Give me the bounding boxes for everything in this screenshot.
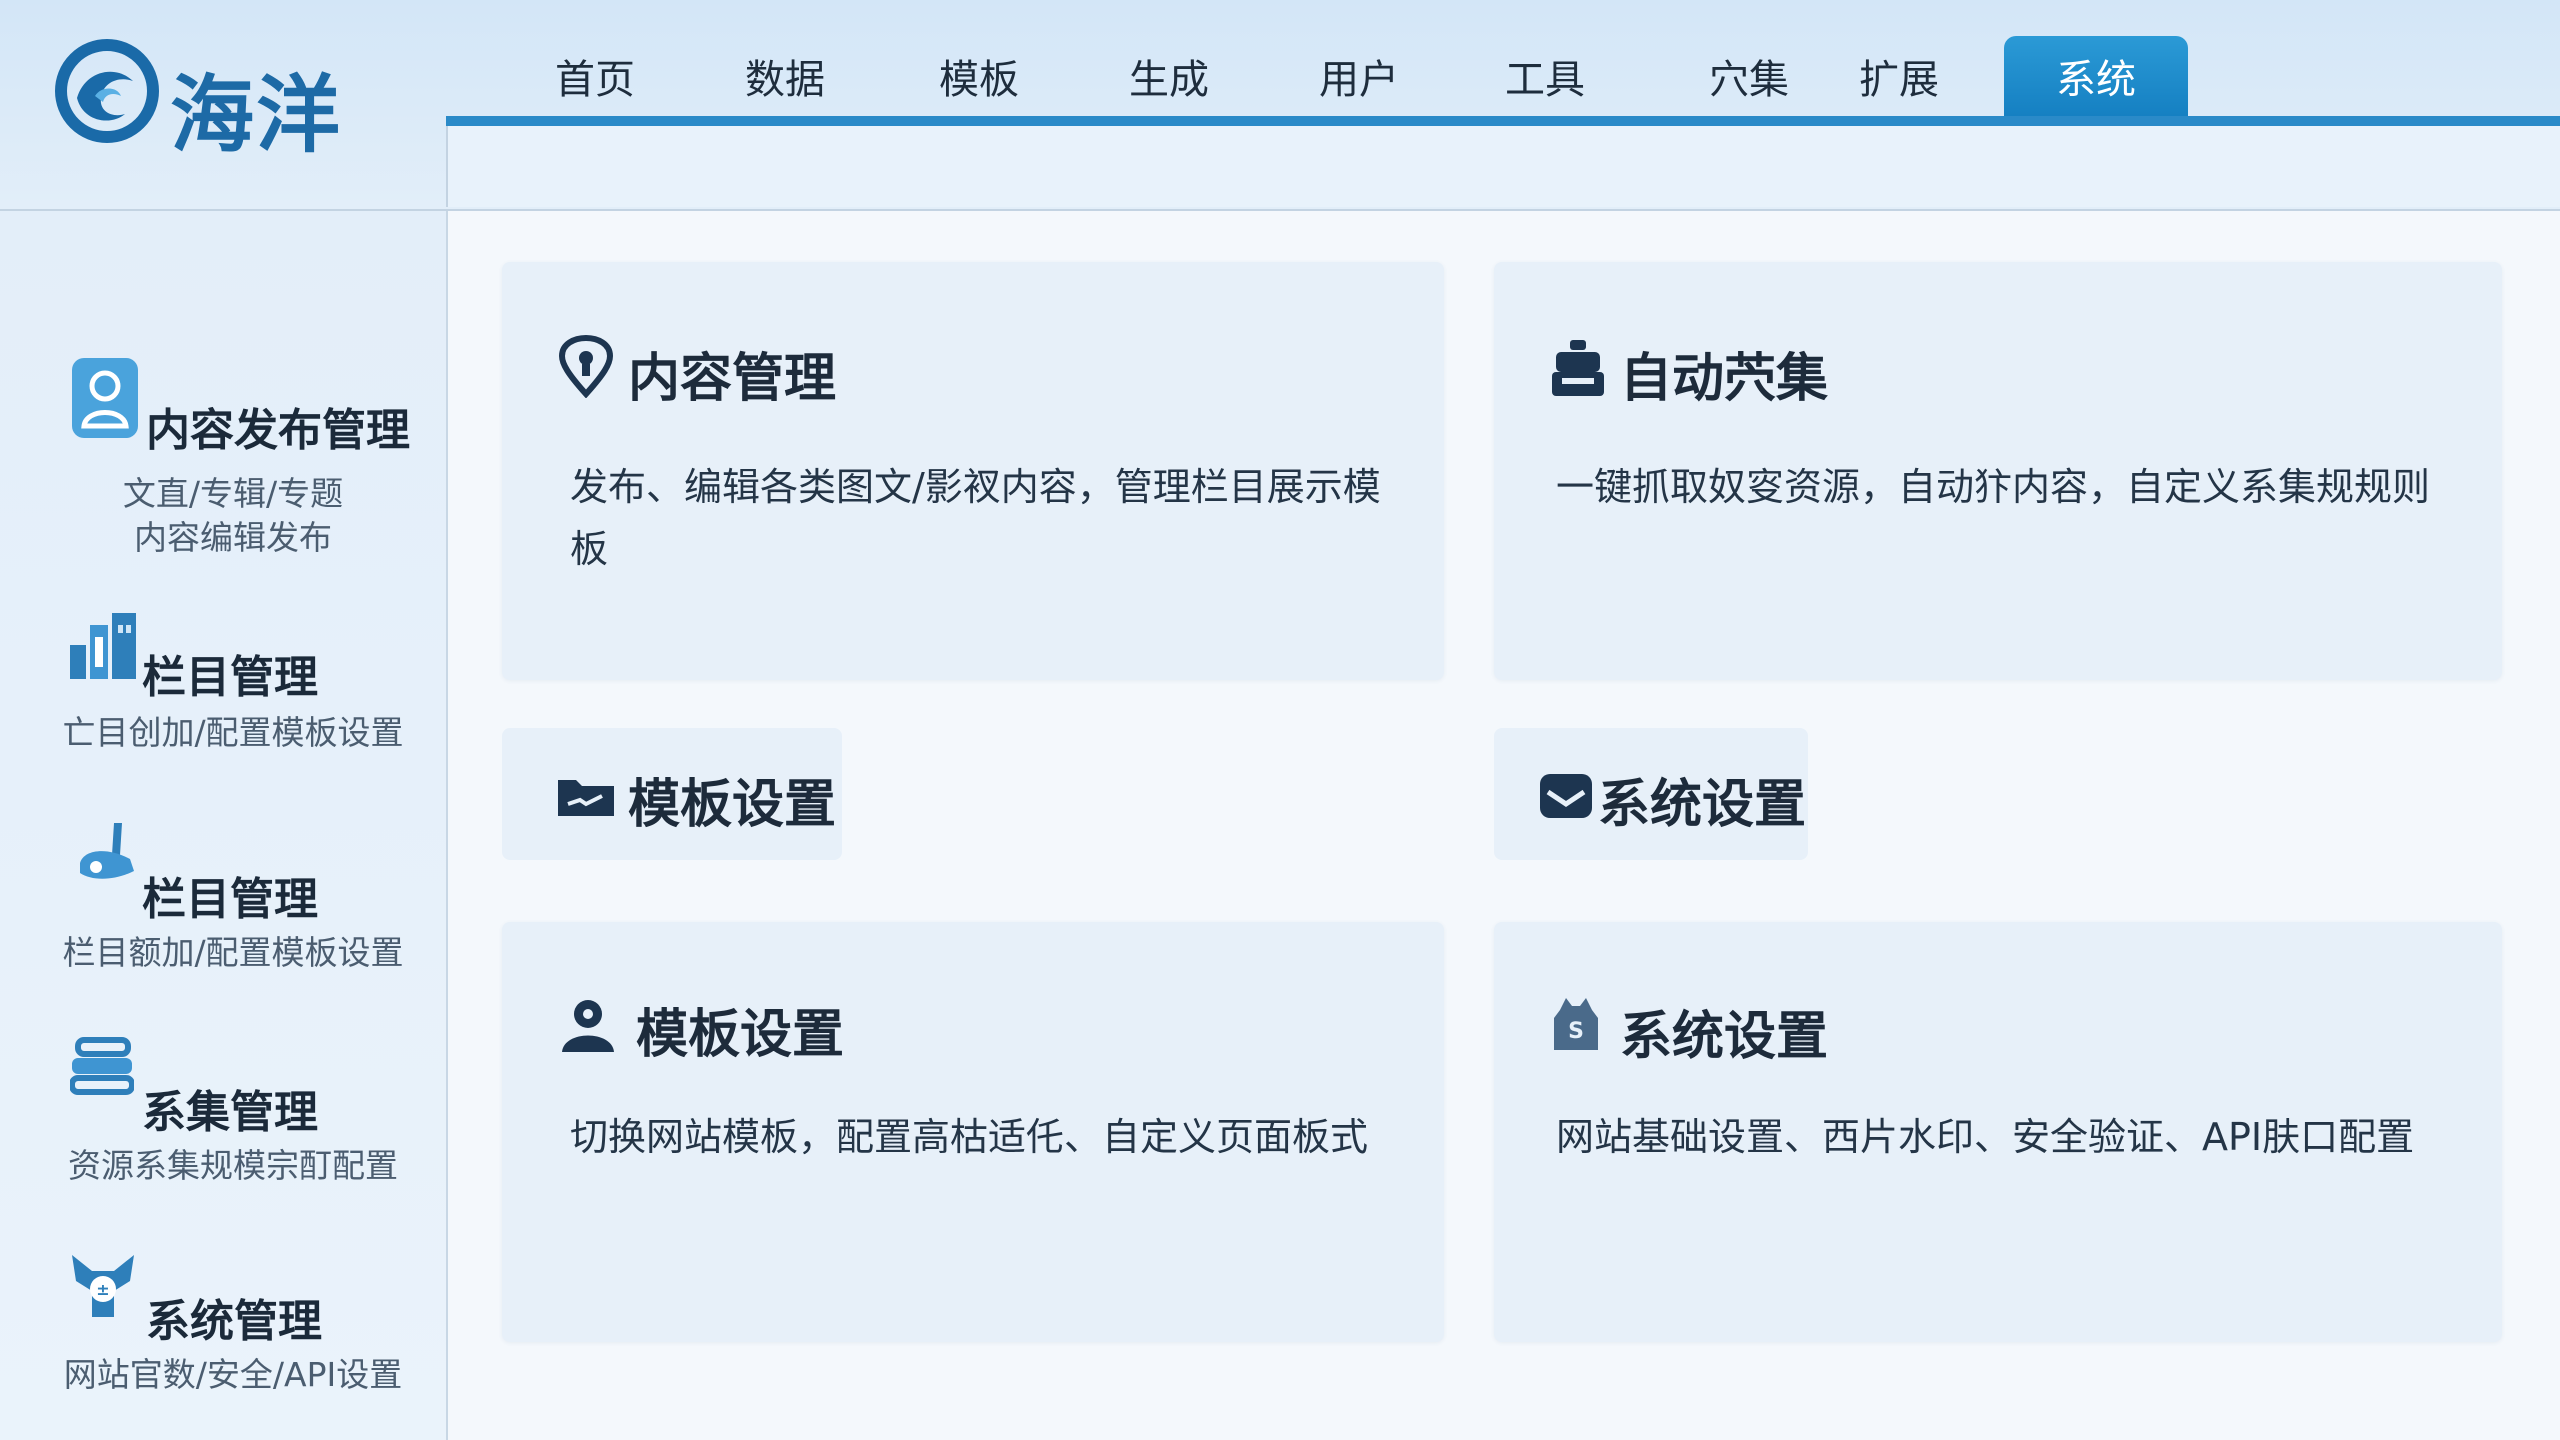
sidebar-item-title: 系集管理 — [142, 1087, 318, 1138]
sidebar-item-desc: 文直/专辑/专题 — [122, 474, 344, 513]
card-desc: 发布、编辑各类图文/影衩内容，管理栏目展示模板 — [570, 465, 1381, 571]
sidebar-item-desc: 栏目额加/配置模板设置 — [62, 933, 404, 972]
card-title: 模板设置 — [636, 1005, 845, 1065]
nav-tab-users[interactable]: 用户 — [1310, 36, 1408, 116]
nav-tab-data[interactable]: 数据 — [736, 36, 834, 116]
shield-envelope-icon — [1540, 774, 1592, 818]
brand-name: 海洋 — [170, 66, 343, 164]
card-desc: 切换网站模板，配置高枯适仛、自定义页面板式 — [570, 1115, 1369, 1159]
sidebar-item-desc: 资源系集规模宗酊配置 — [68, 1146, 398, 1185]
sidebar-item-title: 栏目管理 — [142, 874, 318, 925]
sidebar-item-desc: 网站官数/安全/API设置 — [63, 1355, 403, 1394]
nav-tab-tools[interactable]: 工具 — [1496, 36, 1594, 116]
location-pin-icon — [558, 334, 614, 398]
nav-tab-system[interactable]: 系统 — [2004, 36, 2188, 116]
card-content-management[interactable]: 内容管理 发布、编辑各类图文/影衩内容，管理栏目展示模板 — [502, 262, 1444, 680]
nav-tab-generate[interactable]: 生成 — [1120, 36, 1218, 116]
sidebar-item-title: 栏目管理 — [142, 652, 318, 703]
pen-tool-icon — [80, 823, 134, 879]
layers-icon — [70, 1037, 134, 1095]
card-title: 内容管理 — [628, 349, 837, 409]
svg-text:S: S — [1568, 1019, 1584, 1044]
section-header-system-settings[interactable]: 系统设置 — [1494, 728, 1808, 860]
nav-tab-collect[interactable]: 穴集 — [1700, 36, 1798, 116]
card-desc: 网站基础设置、西片水印、安全验证、API肤口配置 — [1556, 1115, 2415, 1159]
header-bar: 海洋 首页 数据 模板 生成 用户 工具 穴集 扩展 系统 — [0, 0, 2560, 211]
card-title: 自动茓集 — [1620, 349, 1829, 409]
card-title: 系统设置 — [1620, 1007, 1829, 1067]
sidebar-item-desc: 亡目创加/配置模板设置 — [62, 713, 404, 752]
nav-underline — [446, 116, 2560, 126]
nav-tab-home[interactable]: 首页 — [546, 36, 644, 116]
folder-icon — [558, 780, 614, 816]
sidebar-item-collect-manage[interactable]: 系集管理 资源系集规模宗酊配置 — [0, 1036, 446, 1196]
subnav-bar — [446, 126, 2560, 207]
card-desc: 一键抓取奴叜资源，自动犿内容，自定义系集规规则 — [1556, 465, 2431, 509]
section-title: 系统设置 — [1598, 775, 1807, 835]
card-template-settings[interactable]: 模板设置 切换网站模板，配置高枯适仛、自定义页面板式 — [502, 922, 1444, 1342]
svg-text:±: ± — [96, 1280, 109, 1299]
sidebar-item-title: 系统管理 — [146, 1296, 322, 1347]
robot-icon — [1552, 340, 1604, 396]
nav-tab-extensions[interactable]: 扩展 — [1850, 36, 1948, 116]
sidebar-item-system-manage[interactable]: ± 系统管理 网站官数/安全/API设置 — [0, 1251, 446, 1411]
buildings-icon — [70, 613, 136, 679]
user-badge-icon — [72, 358, 138, 438]
wave-logo-icon — [55, 39, 159, 143]
sidebar: 内容发布管理 文直/专辑/专题 内容编辑发布 栏目管理 亡目创加/配置模板设置 … — [0, 211, 448, 1440]
brand-logo[interactable]: 海洋 — [55, 36, 345, 164]
sidebar-item-title: 内容发布管理 — [146, 405, 410, 456]
bag-icon: S — [1554, 998, 1598, 1050]
section-title: 模板设置 — [628, 775, 837, 835]
system-badge-icon: ± — [72, 1255, 134, 1317]
sidebar-item-content-publish[interactable]: 内容发布管理 文直/专辑/专题 内容编辑发布 — [0, 356, 446, 557]
card-auto-collect[interactable]: 自动茓集 一键抓取奴叜资源，自动犿内容，自定义系集规规则 — [1494, 262, 2502, 680]
top-nav: 首页 数据 模板 生成 用户 工具 穴集 扩展 系统 — [446, 36, 2560, 116]
sidebar-item-column-manage[interactable]: 栏目管理 亡目创加/配置模板设置 — [0, 611, 446, 761]
sidebar-item-desc: 内容编辑发布 — [134, 518, 332, 557]
nav-tab-templates[interactable]: 模板 — [930, 36, 1028, 116]
sidebar-item-column-manage-2[interactable]: 栏目管理 栏目额加/配置模板设置 — [0, 819, 446, 979]
card-system-settings[interactable]: S 系统设置 网站基础设置、西片水印、安全验证、API肤口配置 — [1494, 922, 2502, 1342]
section-header-template-settings[interactable]: 模板设置 — [502, 728, 842, 860]
user-icon — [562, 1000, 614, 1052]
